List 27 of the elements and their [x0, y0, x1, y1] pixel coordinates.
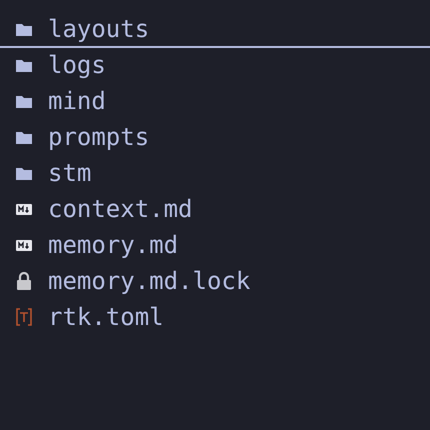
markdown-icon	[16, 240, 32, 250]
lock-icon	[16, 272, 32, 290]
file-row[interactable]: memory.md.lock	[0, 264, 430, 300]
folder-icon	[16, 58, 32, 72]
markdown-icon	[16, 204, 32, 214]
folder-icon	[16, 94, 32, 108]
file-row[interactable]: mind	[0, 84, 430, 120]
folder-icon	[16, 130, 32, 144]
file-row[interactable]: layouts	[0, 12, 430, 48]
file-row[interactable]: stm	[0, 156, 430, 192]
file-row[interactable]: logs	[0, 48, 430, 84]
file-row[interactable]: memory.md	[0, 228, 430, 264]
file-name: memory.md	[48, 230, 178, 260]
file-name: layouts	[48, 14, 150, 44]
file-name: logs	[48, 50, 106, 80]
file-name: memory.md.lock	[48, 266, 250, 296]
toml-icon	[16, 308, 32, 326]
file-row[interactable]: context.md	[0, 192, 430, 228]
file-name: mind	[48, 86, 106, 116]
file-name: rtk.toml	[48, 302, 164, 332]
file-name: stm	[48, 158, 92, 188]
file-name: context.md	[48, 194, 192, 224]
folder-icon	[16, 22, 32, 36]
folder-icon	[16, 166, 32, 180]
file-row[interactable]: prompts	[0, 120, 430, 156]
file-row[interactable]: rtk.toml	[0, 300, 430, 336]
file-name: prompts	[48, 122, 150, 152]
